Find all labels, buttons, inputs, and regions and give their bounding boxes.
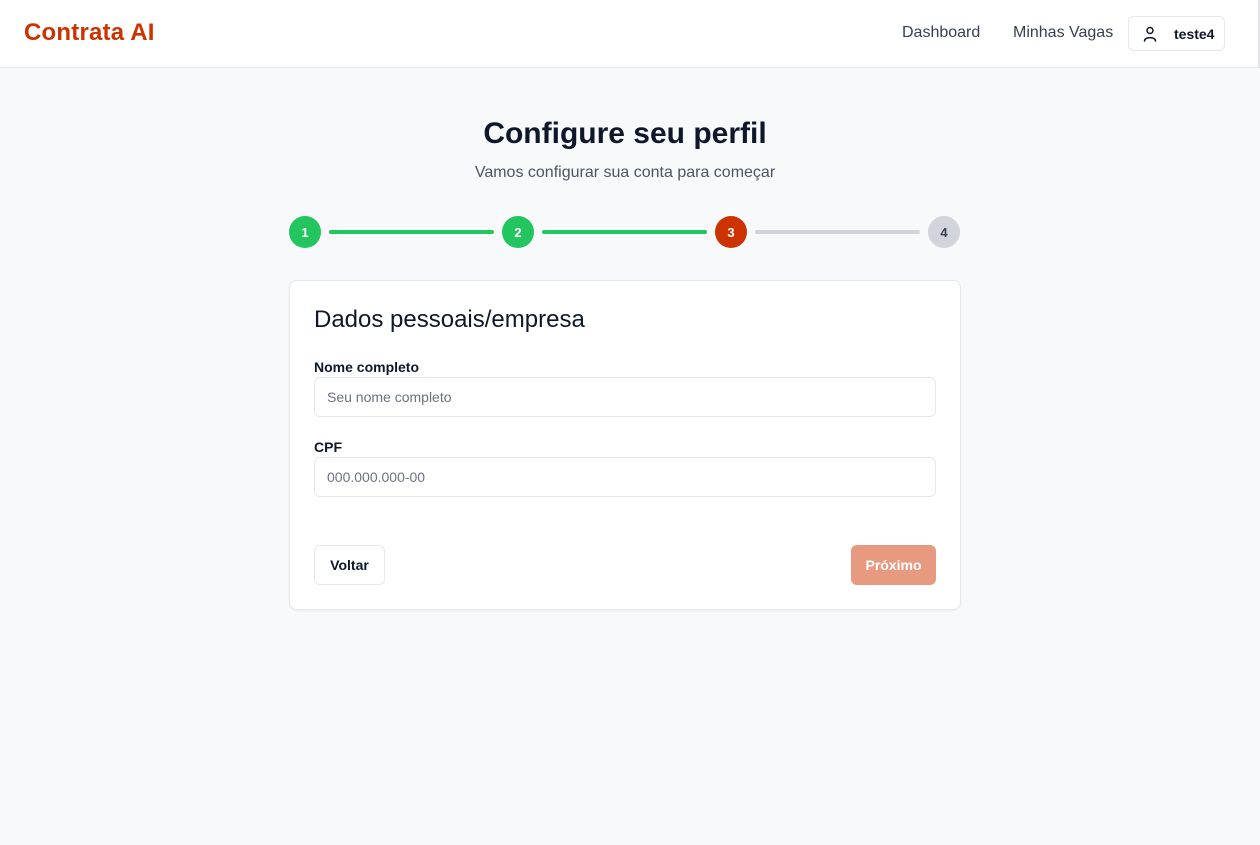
step-1-indicator: 1 [289,216,321,248]
top-navbar: Contrata AI Dashboard Minhas Vagas teste… [0,0,1260,68]
profile-form-card: Dados pessoais/empresa Nome completo CPF… [289,280,961,610]
page-subtitle: Vamos configurar sua conta para começar [474,164,776,181]
step-connector-3 [755,230,920,234]
form-title: Dados pessoais/empresa [314,306,585,333]
nav-minhas-vagas-link[interactable]: Minhas Vagas [1013,24,1113,42]
nav-dashboard-link[interactable]: Dashboard [902,24,980,42]
back-button[interactable]: Voltar [314,545,385,585]
nome-label: Nome completo [314,359,420,375]
cpf-input[interactable] [314,457,936,497]
page-title: Configure seu perfil [483,117,767,150]
cpf-label: CPF [314,439,342,455]
step-2-indicator: 2 [502,216,534,248]
step-4-indicator: 4 [928,216,960,248]
user-menu-button[interactable]: teste4 [1128,16,1225,51]
next-button[interactable]: Próximo [851,545,936,585]
brand-logo[interactable]: Contrata AI [24,19,155,47]
user-icon [1143,26,1157,42]
nome-input[interactable] [314,377,936,417]
step-connector-1 [329,230,494,234]
step-connector-2 [542,230,707,234]
step-3-indicator: 3 [715,216,747,248]
user-name: teste4 [1174,26,1215,42]
